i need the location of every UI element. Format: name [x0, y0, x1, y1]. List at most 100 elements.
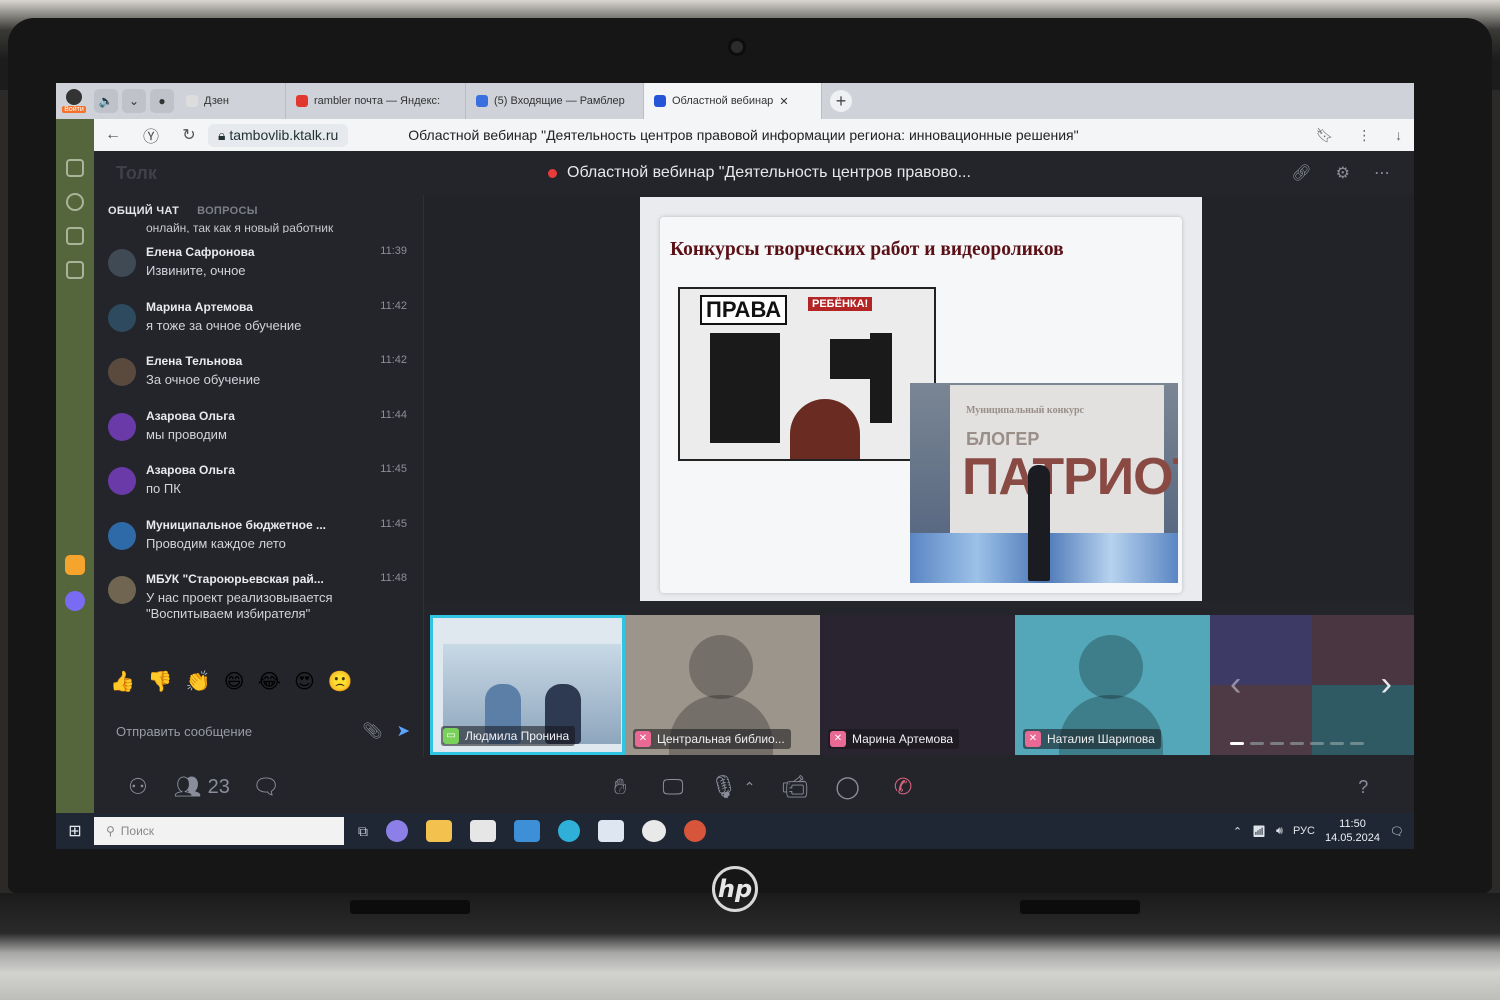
document-icon[interactable]: [598, 820, 624, 842]
reaction-bar: 👍 👎 👏 😄 😂 😍 🙁: [110, 669, 353, 694]
participant-tile[interactable]: ▭ Людмила Пронина: [430, 615, 625, 755]
participant-tile[interactable]: ✕ Наталия Шарипова: [1015, 615, 1210, 755]
url-domain[interactable]: 🔒︎ tambovlib.ktalk.ru: [208, 123, 349, 147]
avatar: [108, 467, 136, 495]
participant-strip: ▭ Людмила Пронина ✕ Центральная библио..…: [430, 615, 1414, 755]
yandex-mail-icon[interactable]: [65, 555, 85, 575]
laugh-icon[interactable]: 😂: [258, 669, 281, 694]
sound-icon[interactable]: 🔈: [94, 89, 118, 113]
yandex-home-button[interactable]: Ⓨ: [132, 123, 170, 147]
clock[interactable]: 11:50 14.05.2024: [1325, 817, 1380, 845]
more-participants-tile: ‹ ›: [1210, 615, 1414, 755]
poster-image: ПРАВА РЕБЁНКА!: [678, 287, 936, 461]
meeting-header: Толк Областной вебинар "Деятельность цен…: [94, 151, 1414, 195]
avatar: [108, 303, 136, 332]
send-icon[interactable]: ➤: [397, 721, 410, 741]
chat-message: Азарова Ольга 11:44 мы проводим: [94, 397, 423, 452]
chevron-down-icon[interactable]: ⌄: [122, 89, 146, 113]
laptop-screen: Войти 🔈 ⌄ ● Дзен rambler почта — Яндекс:…: [56, 83, 1414, 849]
thumbs-down-icon[interactable]: 👎: [148, 669, 173, 694]
profile-button[interactable]: Войти: [56, 83, 92, 119]
lock-icon: 🔒︎: [218, 126, 230, 143]
avatar: [108, 521, 136, 550]
tab-yandex-mail[interactable]: rambler почта — Яндекс:: [286, 83, 466, 119]
apps-icon[interactable]: ⚇: [128, 774, 148, 800]
tab-zen[interactable]: Дзен: [176, 83, 286, 119]
download-icon[interactable]: ↓: [1395, 127, 1402, 144]
participant-tile[interactable]: ✕ Марина Артемова: [820, 615, 1015, 755]
play-icon[interactable]: [66, 193, 84, 211]
clap-icon[interactable]: 👏: [186, 669, 211, 694]
folder-icon[interactable]: [426, 820, 452, 842]
heart-eyes-icon[interactable]: 😍: [294, 669, 315, 694]
powerpoint-icon[interactable]: [684, 820, 706, 842]
participant-count[interactable]: 23: [208, 776, 230, 799]
sad-icon[interactable]: 🙁: [328, 669, 353, 694]
attach-icon[interactable]: 📎︎: [362, 721, 382, 741]
network-icon[interactable]: 📶︎: [1252, 825, 1266, 838]
volume-icon[interactable]: 🔊︎: [1276, 825, 1283, 838]
windows-start-icon[interactable]: ⊞: [56, 821, 94, 841]
notifications-icon[interactable]: 🗨︎: [1390, 825, 1404, 838]
reload-button[interactable]: ↻: [170, 125, 208, 145]
tab-dot-icon[interactable]: ●: [150, 89, 174, 113]
message-input[interactable]: Отправить сообщение: [116, 724, 348, 739]
alice-icon[interactable]: [386, 820, 408, 842]
language-indicator[interactable]: РУС: [1293, 825, 1315, 837]
chat-message: МБУК "Староюрьевская рай... 11:48 У нас …: [94, 560, 423, 624]
chat-panel: ОБЩИЙ ЧАТ ВОПРОСЫ онлайн, так как я новы…: [94, 195, 424, 757]
avatar: [108, 249, 136, 277]
taskbar-search[interactable]: ⚲ Поиск: [94, 817, 344, 845]
download-panel-icon[interactable]: [66, 227, 84, 245]
page-title[interactable]: Областной вебинар "Деятельность центров …: [408, 127, 1304, 143]
edge-icon[interactable]: [558, 820, 580, 842]
tab-general-chat[interactable]: ОБЩИЙ ЧАТ: [108, 205, 179, 217]
bookmark-icon[interactable]: 🔖︎: [1316, 127, 1334, 144]
user-icon: [66, 89, 82, 105]
yandex-icon: [296, 95, 308, 107]
help-icon[interactable]: ?: [1358, 777, 1368, 798]
link-icon[interactable]: 🔗︎: [1291, 163, 1311, 183]
mic-off-icon: ✕: [635, 731, 651, 747]
raise-hand-icon[interactable]: ✋︎: [614, 774, 627, 800]
video-icon: [654, 95, 666, 107]
gear-icon[interactable]: ⚙︎: [1336, 163, 1350, 183]
participant-tile[interactable]: ✕ Центральная библио...: [625, 615, 820, 755]
chat-message: Елена Сафронова 11:39 Извините, очное: [94, 233, 423, 288]
participants-icon[interactable]: 👥︎: [174, 774, 202, 800]
collections-icon[interactable]: [66, 159, 84, 177]
alice-assistant-icon[interactable]: [65, 591, 85, 611]
smile-icon[interactable]: 😄: [224, 669, 245, 694]
tab-rambler-inbox[interactable]: (5) Входящие — Рамблер: [466, 83, 644, 119]
presentation-stage: Конкурсы творческих работ и видеороликов…: [424, 195, 1414, 601]
meeting-title: Областной вебинар "Деятельность центров …: [567, 164, 971, 181]
chevron-left-icon[interactable]: ‹: [1230, 665, 1241, 704]
close-icon[interactable]: ✕: [779, 95, 788, 108]
more-icon[interactable]: ⋯: [1374, 163, 1390, 183]
new-tab-button[interactable]: +: [830, 90, 852, 112]
screen-share-icon[interactable]: 🖵︎: [662, 774, 683, 800]
chevron-up-icon[interactable]: ⌃: [1233, 825, 1242, 838]
tab-webinar[interactable]: Областной вебинар ✕: [644, 83, 822, 119]
task-view-icon[interactable]: ⧉: [358, 823, 368, 840]
laptop-base: [0, 893, 1500, 1000]
chevron-right-icon[interactable]: ›: [1381, 665, 1392, 704]
thumbs-up-icon[interactable]: 👍: [110, 669, 135, 694]
store-icon[interactable]: [470, 820, 496, 842]
hang-up-icon[interactable]: ✆: [894, 774, 912, 800]
meeting-toolbar: ⚇ 👥︎ 23 🗨︎ ✋︎ 🖵︎ 🎙︎ ⌃ 📹︎ ◯ ✆ ?: [94, 761, 1414, 813]
mail-app-icon[interactable]: [514, 820, 540, 842]
avatar: [108, 412, 136, 441]
back-button[interactable]: ←: [94, 126, 132, 144]
yandex-browser-icon[interactable]: [642, 820, 666, 842]
avatar: [108, 576, 136, 604]
chevron-up-icon[interactable]: ⌃: [744, 779, 756, 796]
mic-off-icon[interactable]: 🎙︎: [710, 774, 738, 800]
screenshot-icon[interactable]: [66, 261, 84, 279]
more-icon[interactable]: ⋮: [1357, 127, 1371, 144]
tab-questions[interactable]: ВОПРОСЫ: [197, 205, 258, 217]
camera-off-icon[interactable]: 📹︎: [781, 774, 809, 800]
record-icon[interactable]: ◯: [835, 774, 860, 800]
chat-icon[interactable]: 🗨︎: [252, 774, 280, 800]
chat-message: Елена Тельнова 11:42 За очное обучение: [94, 342, 423, 397]
